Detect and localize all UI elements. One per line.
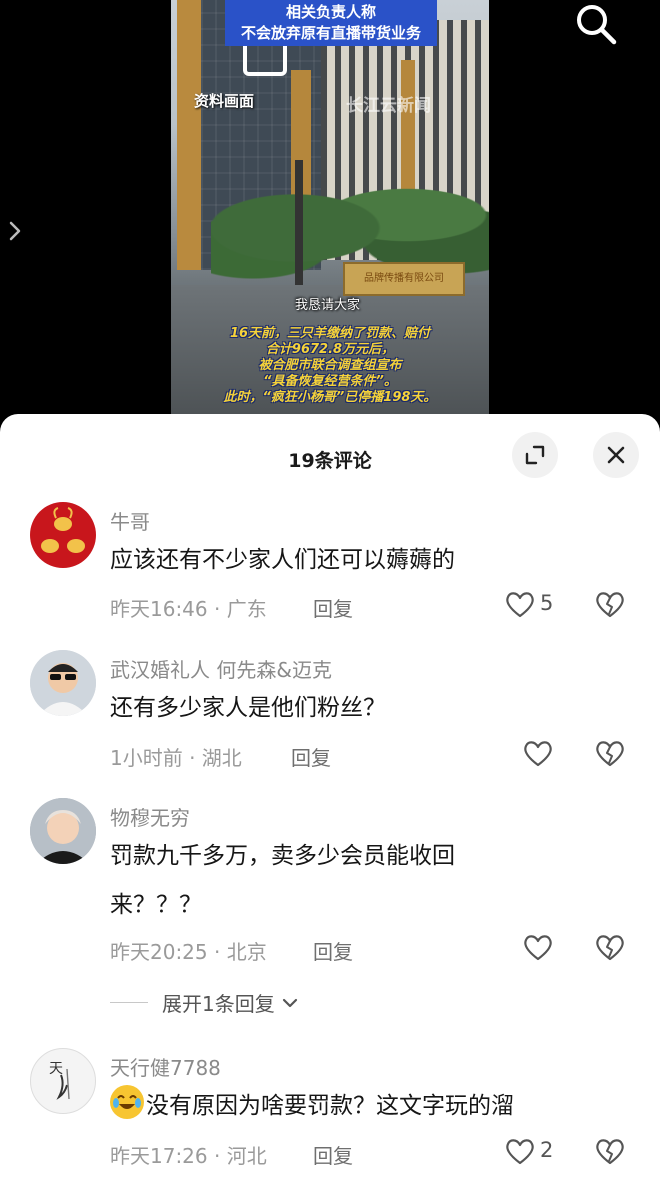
- laughing-crying-emoji-icon: [110, 1085, 144, 1119]
- caption-line: 被合肥市联合调查组宣布: [258, 358, 402, 373]
- close-icon: [607, 446, 625, 464]
- heart-icon[interactable]: [522, 932, 554, 962]
- gate-sign-text: 品牌传播有限公司: [364, 273, 444, 284]
- broken-heart-icon[interactable]: [594, 932, 626, 962]
- lamp-pole: [295, 160, 303, 300]
- comment-meta: 昨天17:26 · 河北: [110, 1144, 267, 1168]
- video-player[interactable]: 品牌传播有限公司 相关负责人称 不会放弃原有直播带货业务 资料画面 长江云新闻 …: [0, 0, 660, 420]
- caption-line: 合计9672.8万元后，: [265, 342, 395, 357]
- caption-line: 16天前，三只羊缴纳了罚款、赔付: [229, 326, 431, 341]
- expand-replies-button[interactable]: 展开1条回复: [110, 988, 301, 1017]
- comment-meta: 1小时前 · 湖北: [110, 746, 242, 770]
- comment-meta: 昨天16:46 · 广东: [110, 597, 267, 621]
- search-icon[interactable]: [574, 2, 618, 46]
- calligraphy-icon: 天: [49, 1061, 70, 1100]
- reply-button[interactable]: 回复: [291, 742, 331, 771]
- comments-sheet: 19条评论 牛哥 应该还有不少家人们还可以薅薅的 昨天16:46 · 广东 回复: [0, 414, 660, 1185]
- caption-line: “具备恢复经营条件”。: [263, 374, 397, 389]
- video-headline: 相关负责人称 不会放弃原有直播带货业务: [225, 0, 437, 46]
- comment-text: 罚款九千多万，卖多少会员能收回来？？？: [110, 843, 455, 918]
- broken-heart-icon[interactable]: [594, 738, 626, 768]
- comment-text: 还有多少家人是他们粉丝？: [110, 695, 386, 721]
- divider: [110, 1002, 148, 1003]
- avatar[interactable]: [30, 798, 96, 864]
- caption-line: 此时，“疯狂小杨哥”已停播198天。: [223, 390, 437, 405]
- heart-icon[interactable]: [504, 1136, 536, 1166]
- reply-button[interactable]: 回复: [313, 936, 353, 965]
- comment-username[interactable]: 物穆无穷: [110, 802, 190, 831]
- goat-logo-icon: [41, 507, 85, 553]
- headline-line-1: 相关负责人称: [285, 3, 376, 21]
- watermark-news: 长江云新闻: [346, 96, 431, 116]
- chevron-down-icon: [282, 998, 297, 1007]
- video-caption: 16天前，三只羊缴纳了罚款、赔付 合计9672.8万元后， 被合肥市联合调查组宣…: [171, 326, 489, 406]
- chevron-right-icon[interactable]: [4, 218, 26, 244]
- comment-username[interactable]: 武汉婚礼人 何先森&迈克: [110, 654, 332, 683]
- watermark-archive: 资料画面: [194, 92, 255, 110]
- avatar[interactable]: 天: [30, 1048, 96, 1114]
- close-button[interactable]: [593, 432, 639, 478]
- like-count: 5: [540, 591, 554, 615]
- user-photo-icon: [30, 798, 96, 864]
- comment-meta: 昨天20:25 · 北京: [110, 940, 267, 964]
- heart-icon[interactable]: [504, 589, 536, 619]
- expand-replies-label: 展开1条回复: [162, 992, 275, 1016]
- avatar[interactable]: [30, 650, 96, 716]
- building-pillar: [177, 0, 201, 270]
- broken-heart-icon[interactable]: [594, 589, 626, 619]
- reply-button[interactable]: 回复: [313, 593, 353, 622]
- expand-icon: [525, 445, 545, 465]
- gate-sign: 品牌传播有限公司: [343, 262, 465, 296]
- comment-text: 没有原因为啥要罚款？这文字玩的溜: [146, 1093, 514, 1119]
- svg-text:天: 天: [49, 1061, 63, 1077]
- heart-icon[interactable]: [522, 738, 554, 768]
- reply-button[interactable]: 回复: [313, 1140, 353, 1169]
- broken-heart-icon[interactable]: [594, 1136, 626, 1166]
- comment-text: 应该还有不少家人们还可以薅薅的: [110, 547, 455, 573]
- comment-username[interactable]: 牛哥: [110, 506, 150, 535]
- like-count: 2: [540, 1138, 554, 1162]
- user-photo-icon: [30, 650, 96, 716]
- fullscreen-button[interactable]: [512, 432, 558, 478]
- comments-count-title: 19条评论: [288, 450, 372, 472]
- trees: [211, 150, 489, 280]
- headline-line-2: 不会放弃原有直播带货业务: [240, 24, 421, 42]
- avatar[interactable]: [30, 502, 96, 568]
- video-subtitle: 我恳请大家: [295, 298, 361, 313]
- comment-username[interactable]: 天行健7788: [110, 1052, 221, 1081]
- comment-text-row: 没有原因为啥要罚款？这文字玩的溜: [110, 1082, 610, 1131]
